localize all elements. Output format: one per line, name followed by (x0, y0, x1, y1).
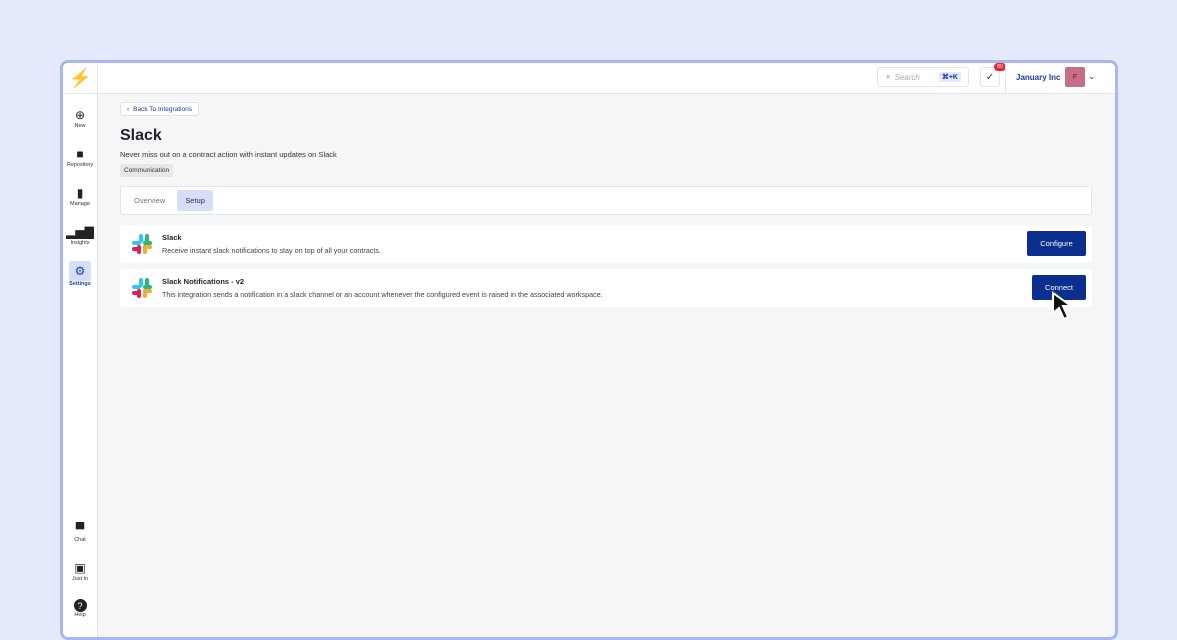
integration-description: This integration sends a notification in… (162, 290, 603, 299)
gear-icon: ⚙ (69, 261, 91, 281)
slack-logo-icon (132, 234, 152, 254)
gift-icon: ▣ (74, 561, 86, 575)
tab-setup[interactable]: Setup (177, 190, 213, 211)
document-gear-icon: ▮ (76, 186, 84, 200)
check-circle-icon: ✓ (985, 71, 995, 83)
label: Settings (69, 281, 91, 287)
avatar[interactable]: F (1065, 67, 1085, 87)
sidebar-item-just-in[interactable]: ▣ Just In (66, 560, 94, 582)
search-shortcut: ⌘+K (938, 72, 961, 82)
chevron-left-icon: ‹ (127, 105, 130, 113)
configure-button[interactable]: Configure (1027, 231, 1086, 256)
integration-name: Slack Notifications - v2 (162, 277, 245, 286)
sidebar-item-new[interactable]: ⊕ New (66, 107, 94, 129)
label: Just In (71, 576, 89, 582)
label: Insights (70, 240, 90, 246)
page-subtitle: Never miss out on a contract action with… (120, 150, 337, 159)
label: New (74, 123, 86, 129)
chevron-down-icon[interactable]: ⌄ (1088, 71, 1096, 82)
mouse-cursor-icon (1052, 291, 1075, 321)
tabs: Overview Setup (120, 186, 1092, 215)
folder-icon: ■ (76, 147, 84, 161)
search-icon: ⌕ (886, 72, 891, 81)
integration-card: Slack Notifications - v2 This integratio… (120, 269, 1092, 307)
sidebar-item-chat[interactable]: ▀ Chat (66, 521, 94, 543)
label: Help (74, 612, 86, 618)
sidebar-item-help[interactable]: ? Help (66, 599, 94, 618)
bar-chart-icon: ▂▅▇ (66, 225, 94, 239)
help-icon: ? (73, 599, 87, 612)
search-input[interactable]: ⌕ Search ⌘+K (877, 67, 969, 87)
org-name[interactable]: January Inc (1016, 73, 1060, 82)
integration-name: Slack (162, 233, 182, 242)
category-tag: Communication (120, 164, 174, 177)
label: Chat (74, 537, 86, 543)
sidebar-item-insights[interactable]: ▂▅▇ Insights (66, 224, 94, 246)
back-label: Back To Integrations (133, 105, 192, 113)
sidebar-item-manage[interactable]: ▮ Manage (66, 185, 94, 207)
back-button[interactable]: ‹ Back To Integrations (120, 102, 199, 116)
search-placeholder: Search (894, 72, 920, 82)
divider (1005, 63, 1006, 94)
sidebar-item-settings[interactable]: ⚙ Settings (66, 261, 94, 287)
chat-icon: ▀ (75, 522, 85, 536)
plus-circle-icon: ⊕ (74, 108, 86, 122)
page-title: Slack (120, 127, 162, 144)
sidebar-item-repository[interactable]: ■ Repository (66, 146, 94, 168)
top-bar: ⌕ Search ⌘+K ✓ 80 January Inc F ⌄ (63, 63, 1115, 94)
integration-card: Slack Receive instant slack notification… (120, 225, 1092, 263)
label: Repository (66, 162, 94, 168)
label: Manage (70, 201, 90, 207)
sidebar: ⚡ ⊕ New ■ Repository ▮ Manage ▂▅▇ Insights ⚙… (63, 63, 98, 637)
tab-overview[interactable]: Overview (126, 190, 173, 211)
slack-logo-icon (132, 278, 152, 298)
logo-icon[interactable]: ⚡ (63, 63, 98, 94)
integration-description: Receive instant slack notifications to s… (162, 246, 381, 255)
app-window: ⌕ Search ⌘+K ✓ 80 January Inc F ⌄ ⚡ ⊕ New ■… (60, 60, 1118, 640)
